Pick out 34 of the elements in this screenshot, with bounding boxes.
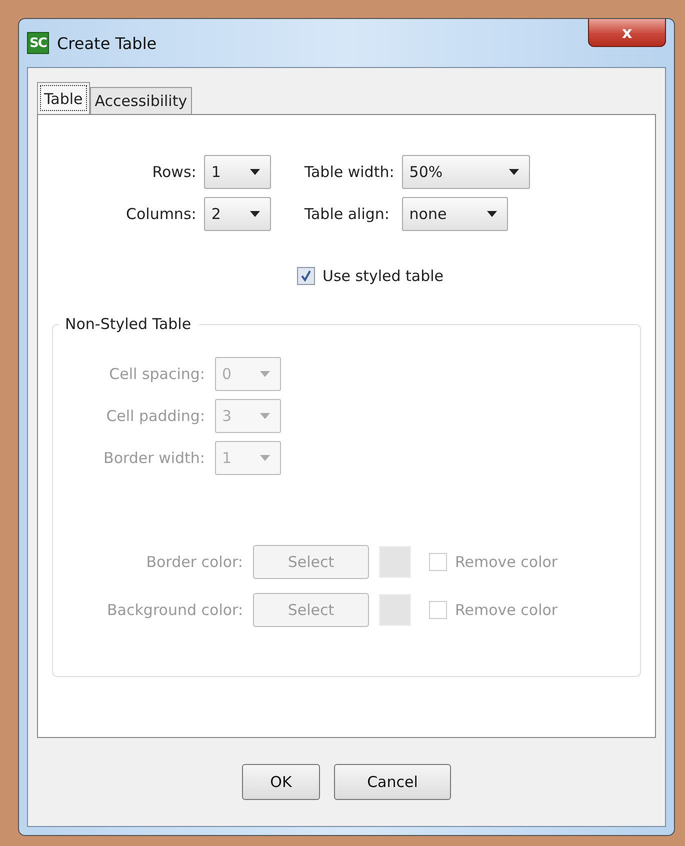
field-label: Columns: xyxy=(126,205,196,223)
group-title: Non-Styled Table xyxy=(64,315,192,333)
field-label: Cell spacing: xyxy=(109,365,205,383)
dropdown-caret-icon xyxy=(260,413,270,419)
app-logo-icon: SC xyxy=(27,32,49,54)
color-swatch xyxy=(379,546,411,578)
field-label: Background color: xyxy=(107,601,243,619)
field-label: Border color: xyxy=(146,553,243,571)
cancel-button[interactable]: Cancel xyxy=(334,764,451,800)
checkbox-label: Use styled table xyxy=(322,267,444,285)
field-label: Rows: xyxy=(152,163,196,181)
window-title: Create Table xyxy=(57,34,157,52)
dropdown-caret-icon xyxy=(509,169,520,175)
dropdown-select[interactable]: 2 xyxy=(204,197,272,231)
dropdown-caret-icon xyxy=(487,211,498,217)
dropdown-caret-icon xyxy=(260,371,270,377)
dropdown-select[interactable]: 50% xyxy=(402,155,530,189)
field-label: Table width: xyxy=(304,163,394,181)
dropdown-select[interactable]: none xyxy=(402,197,508,231)
checkbox-label: Remove color xyxy=(455,601,558,619)
ok-button[interactable]: OK xyxy=(242,764,320,800)
dropdown-select[interactable]: 1 xyxy=(204,155,272,189)
color-swatch xyxy=(379,594,411,626)
field-label: Cell padding: xyxy=(106,407,205,425)
checkbox[interactable] xyxy=(297,267,316,285)
dropdown-caret-icon xyxy=(260,455,270,461)
close-button[interactable]: x xyxy=(588,19,666,47)
tab[interactable]: Table xyxy=(37,82,90,114)
checkbox-label: Remove color xyxy=(455,553,558,571)
field-label: Table align: xyxy=(304,205,390,223)
tab[interactable]: Accessibility xyxy=(90,87,192,114)
field-label: Border width: xyxy=(104,449,205,467)
dropdown-caret-icon xyxy=(250,169,260,175)
dropdown-caret-icon xyxy=(250,211,260,217)
